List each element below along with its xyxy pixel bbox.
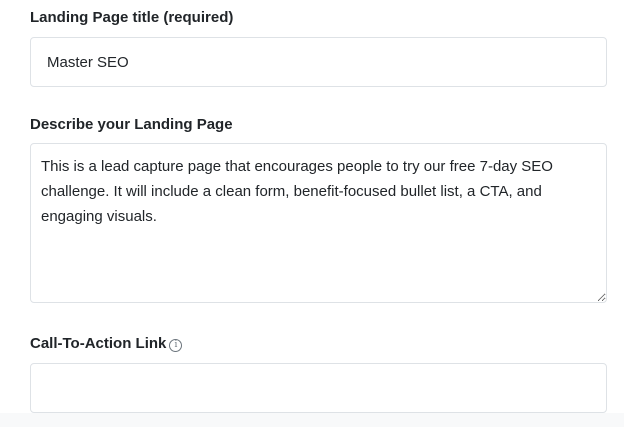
landing-page-title-label: Landing Page title (required)	[30, 9, 234, 26]
page-bottom-strip	[0, 413, 624, 427]
cta-link-label-text: Call-To-Action Link	[30, 335, 167, 352]
info-circle-icon[interactable]: i	[169, 339, 183, 352]
landing-page-description-textarea[interactable]: This is a lead capture page that encoura…	[30, 143, 607, 303]
landing-page-description-label: Describe your Landing Page	[30, 116, 233, 133]
landing-page-title-input[interactable]	[30, 37, 607, 87]
cta-link-input[interactable]	[30, 363, 607, 413]
cta-link-label: Call-To-Action Link i	[30, 335, 183, 353]
